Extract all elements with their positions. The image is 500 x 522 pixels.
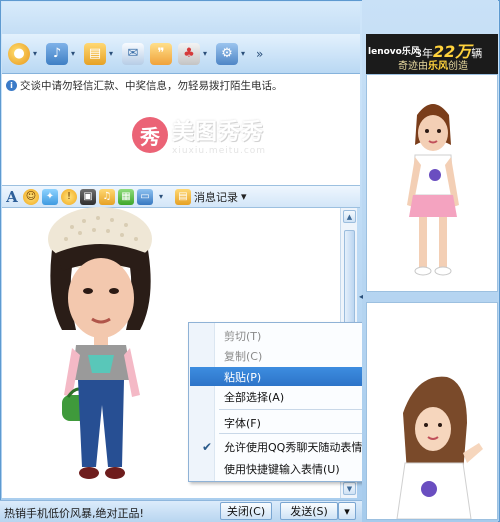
- remote-assist-button[interactable]: ⚙ ▾: [214, 39, 250, 69]
- app-icon: ♣: [178, 42, 200, 65]
- scroll-up-icon[interactable]: ▲: [343, 210, 356, 223]
- menu-item-select-all-label: 全部选择(A): [224, 390, 285, 404]
- top-toolbar: ● ▾ ♪ ▾ ▤ ▾ ✉ ❞ ♣ ▾ ⚙ ▾ »: [2, 34, 360, 74]
- watermark-seal: 秀: [132, 117, 168, 153]
- app-button[interactable]: ♣ ▾: [176, 39, 212, 69]
- menu-item-allow-qqshow-emotes[interactable]: ✔ 允许使用QQ秀聊天随动表情: [190, 437, 382, 456]
- menu-item-font[interactable]: 字体(F): [190, 413, 382, 432]
- menu-item-shortcut-emotes-label: 使用快捷键输入表情(U): [224, 462, 340, 476]
- emoticon-icon[interactable]: ☺: [23, 188, 39, 205]
- watermark: 秀 美图秀秀 xiuxiu.meitu.com: [132, 114, 266, 156]
- self-qq-show[interactable]: [366, 302, 498, 520]
- menu-item-shortcut-emotes[interactable]: 使用快捷键输入表情(U): [190, 459, 382, 478]
- collapse-panel-icon[interactable]: ◂: [359, 292, 365, 301]
- menu-separator: [219, 409, 379, 410]
- more-tools-icon[interactable]: »: [256, 47, 263, 61]
- check-icon: ✔: [202, 439, 213, 454]
- chevron-down-icon: ▾: [241, 190, 247, 203]
- menu-item-copy[interactable]: 复制(C): [190, 346, 382, 365]
- file-transfer-button[interactable]: ▤ ▾: [82, 39, 118, 69]
- video-call-button[interactable]: ● ▾: [6, 39, 42, 69]
- send-button[interactable]: 发送(S): [280, 502, 338, 520]
- menu-item-paste[interactable]: 粘贴(P): [190, 367, 382, 386]
- voice-call-icon: ♪: [46, 42, 68, 65]
- magic-face-icon[interactable]: ✦: [42, 188, 58, 205]
- menu-separator: [219, 433, 379, 434]
- menu-item-allow-qqshow-emotes-label: 允许使用QQ秀聊天随动表情: [224, 440, 363, 454]
- voice-call-button[interactable]: ♪ ▾: [44, 39, 80, 69]
- display-icon[interactable]: ▭: [137, 188, 153, 205]
- ad-tagline-prefix: 奇迹由: [398, 61, 428, 72]
- context-menu: 剪切(T) 复制(C) 粘贴(P) 全部选择(A) 字体(F) ✔ 允许使用QQ…: [188, 322, 384, 482]
- screenshot-icon[interactable]: ▣: [80, 188, 96, 205]
- font-icon[interactable]: A: [4, 188, 20, 206]
- file-transfer-icon: ▤: [84, 42, 106, 65]
- title-strip: [2, 2, 360, 34]
- ad-link[interactable]: 热销手机低价风暴,绝对正品!: [4, 505, 144, 521]
- chat-bubble-button[interactable]: ❞: [148, 39, 174, 69]
- contact-avatar: [407, 104, 459, 276]
- music-icon[interactable]: ♫: [99, 188, 115, 205]
- security-notice: i 交谈中请勿轻信汇款、中奖信息，勿轻易拨打陌生电话。: [6, 78, 356, 93]
- video-call-icon: ●: [8, 42, 30, 65]
- watermark-url: xiuxiu.meitu.com: [172, 146, 267, 156]
- self-avatar: [396, 376, 483, 520]
- remote-assist-icon: ⚙: [216, 42, 238, 65]
- chevron-down-icon[interactable]: ▾: [30, 49, 40, 58]
- chevron-down-icon[interactable]: ▾: [106, 49, 116, 58]
- chevron-down-icon[interactable]: ▾: [200, 49, 210, 58]
- menu-item-font-label: 字体(F): [224, 416, 261, 430]
- ad-tagline-suffix: 创造: [448, 61, 468, 72]
- scroll-down-icon[interactable]: ▼: [343, 482, 356, 495]
- send-options-chevron-icon[interactable]: ▾: [338, 502, 356, 520]
- info-icon: i: [6, 80, 17, 91]
- qq-show-avatar: [48, 207, 152, 479]
- chevron-down-icon[interactable]: ▾: [238, 49, 248, 58]
- ad-headline-suffix: 辆: [471, 47, 483, 60]
- image-icon[interactable]: ▦: [118, 188, 134, 205]
- history-button[interactable]: ▤ 消息记录 ▾: [175, 188, 247, 205]
- email-icon: ✉: [122, 42, 144, 65]
- close-button[interactable]: 关闭(C): [220, 502, 272, 520]
- nudge-icon[interactable]: !: [61, 188, 77, 205]
- menu-item-cut-label: 剪切(T): [224, 329, 262, 343]
- chat-bubble-icon: ❞: [150, 42, 172, 65]
- chevron-down-icon[interactable]: ▾: [68, 49, 78, 58]
- chevron-down-icon[interactable]: ▾: [156, 192, 166, 201]
- ad-brand: lenovo乐风: [368, 47, 420, 57]
- watermark-title: 美图秀秀: [172, 120, 265, 145]
- ad-tagline-brand: 乐风: [428, 61, 448, 72]
- history-icon: ▤: [175, 188, 191, 205]
- menu-item-cut[interactable]: 剪切(T): [190, 326, 382, 345]
- menu-item-paste-label: 粘贴(P): [224, 370, 262, 384]
- menu-item-copy-label: 复制(C): [224, 349, 263, 363]
- ad-tagline: 奇迹由乐风创造: [398, 57, 468, 72]
- email-button[interactable]: ✉: [120, 39, 146, 69]
- contact-qq-show[interactable]: [366, 74, 498, 292]
- history-label: 消息记录: [194, 190, 238, 204]
- security-notice-text: 交谈中请勿轻信汇款、中奖信息，勿轻易拨打陌生电话。: [20, 80, 283, 92]
- menu-item-select-all[interactable]: 全部选择(A): [190, 387, 382, 406]
